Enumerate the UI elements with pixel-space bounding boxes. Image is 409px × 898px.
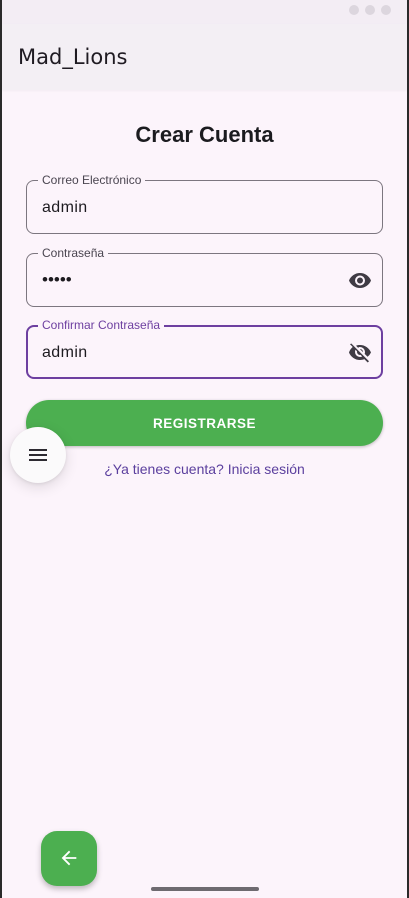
back-button[interactable] — [41, 831, 97, 886]
menu-button[interactable] — [10, 427, 66, 483]
confirm-password-field-value: admin — [42, 344, 88, 361]
home-indicator[interactable] — [151, 887, 259, 891]
email-field-value: admin — [42, 199, 88, 216]
confirm-password-field-label: Confirmar Contraseña — [38, 317, 165, 333]
confirm-password-field[interactable]: Confirmar Contraseña admin — [26, 317, 383, 379]
register-button[interactable]: REGISTRARSE — [26, 400, 383, 446]
eye-icon[interactable] — [348, 268, 372, 292]
status-icons — [349, 5, 391, 15]
email-field[interactable]: Correo Electrónico admin — [26, 172, 383, 234]
password-field[interactable]: Contraseña ••••• — [26, 245, 383, 307]
menu-icon — [29, 449, 47, 461]
signal-icon — [349, 5, 359, 15]
password-field-label: Contraseña — [38, 245, 109, 261]
status-bar — [2, 0, 407, 24]
email-field-label: Correo Electrónico — [38, 172, 146, 188]
battery-icon — [381, 5, 391, 15]
app-bar: Mad_Lions — [2, 24, 407, 90]
arrow-left-icon — [61, 850, 77, 866]
page-title: Crear Cuenta — [135, 122, 274, 147]
phone-screen: Mad_Lions Crear Cuenta Correo Electrónic… — [2, 0, 407, 898]
password-field-value: ••••• — [42, 270, 72, 289]
eye-off-icon[interactable] — [348, 340, 372, 364]
wifi-icon — [365, 5, 375, 15]
app-title: Mad_Lions — [18, 45, 128, 69]
